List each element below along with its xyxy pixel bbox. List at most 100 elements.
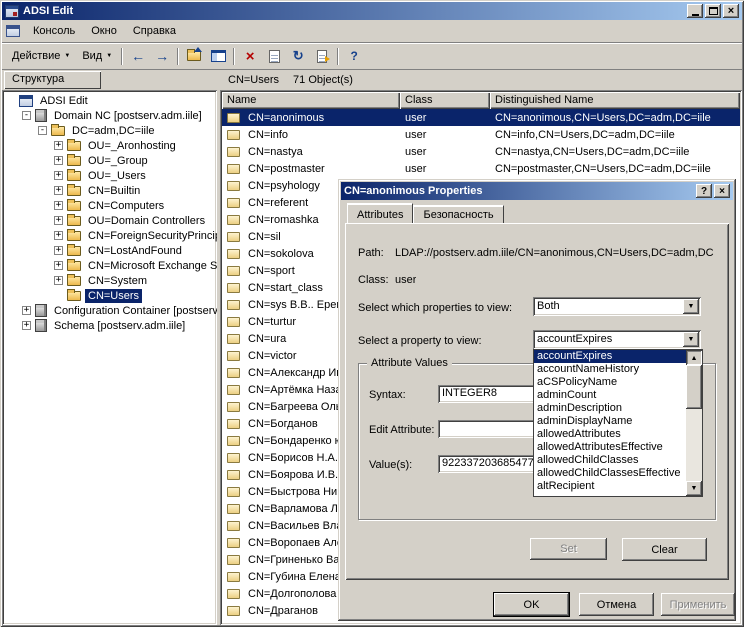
set-button[interactable]: Set [530,538,607,560]
tree-item[interactable]: + Schema [postserv.adm.iile] [3,318,217,333]
up-one-level-button[interactable] [182,46,206,67]
tree-item-label[interactable]: Schema [postserv.adm.iile] [51,319,188,333]
tree-item-label[interactable]: OU=_Users [85,169,149,183]
cancel-button[interactable]: Отмена [579,593,654,616]
tree-item-label[interactable]: Domain NC [postserv.adm.iile] [51,109,205,123]
dialog-titlebar[interactable]: CN=anonimous Properties ? × [341,182,733,200]
table-row[interactable]: CN=info user CN=info,CN=Users,DC=adm,DC=ii… [222,126,740,143]
tree-item-label[interactable]: CN=LostAndFound [85,244,185,258]
dropdown-item[interactable]: allowedChildClasses [534,454,686,467]
forward-button[interactable]: → [150,46,174,67]
dialog-close-button[interactable]: × [714,184,730,198]
tab-attributes[interactable]: Attributes [347,203,414,223]
structure-tab[interactable]: Структура [4,71,101,89]
dropdown-item[interactable]: altRecipient [534,480,686,493]
show-console-tree-button[interactable] [206,46,230,67]
property-combobox[interactable]: accountExpires ▼ [533,330,701,349]
table-row[interactable]: CN=postmaster user CN=postmaster,CN=Users,… [222,160,740,177]
tree-item-label[interactable]: CN=System [85,274,150,288]
menu-console[interactable]: Консоль [25,21,83,41]
dropdown-item[interactable]: adminCount [534,389,686,402]
back-button[interactable]: ← [126,46,150,67]
properties-view-combobox[interactable]: Both ▼ [533,297,701,316]
tree-item[interactable]: CN=Users [3,288,217,303]
tree-item[interactable]: - Domain NC [postserv.adm.iile] [3,108,217,123]
export-list-button[interactable] [310,46,334,67]
scroll-down-icon[interactable]: ▼ [686,481,702,496]
tree-item-label[interactable]: DC=adm,DC=iile [69,124,158,138]
tree-item-label[interactable]: OU=Domain Controllers [85,214,208,228]
expand-plus-icon[interactable]: + [54,216,63,225]
expand-plus-icon[interactable]: + [54,156,63,165]
tree-item[interactable]: + CN=Builtin [3,183,217,198]
dropdown-item[interactable]: allowedChildClassesEffective [534,467,686,480]
tab-security[interactable]: Безопасность [413,205,504,223]
tree-item[interactable]: + CN=Computers [3,198,217,213]
dropdown-item[interactable]: accountExpires [534,350,686,363]
tree-item[interactable]: + CN=ForeignSecurityPrincipa [3,228,217,243]
tree-item-label[interactable]: OU=_Aronhosting [85,139,179,153]
expand-plus-icon[interactable]: + [54,141,63,150]
tree-item[interactable]: + OU=_Aronhosting [3,138,217,153]
expand-plus-icon[interactable]: + [22,306,31,315]
apply-button[interactable]: Применить [661,593,735,616]
table-row[interactable]: CN=nastya user CN=nastya,CN=Users,DC=adm,D… [222,143,740,160]
delete-button[interactable]: × [238,46,262,67]
menu-window[interactable]: Окно [83,21,125,41]
menu-help[interactable]: Справка [125,21,184,41]
action-menu-button[interactable]: Действие ▼ [6,47,76,65]
tree-item-label[interactable]: CN=Builtin [85,184,143,198]
tree-item-label[interactable]: Configuration Container [postserv... [51,304,217,318]
properties-button[interactable] [262,46,286,67]
tree-item[interactable]: - DC=adm,DC=iile [3,123,217,138]
scrollbar-track[interactable] [686,365,702,481]
dropdown-item[interactable]: allowedAttributes [534,428,686,441]
chevron-down-icon[interactable]: ▼ [683,332,699,347]
expand-plus-icon[interactable]: + [54,261,63,270]
tree-item-label[interactable]: CN=Users [85,288,143,303]
expand-plus-icon[interactable]: + [54,201,63,210]
refresh-button[interactable]: ↻ [286,46,310,67]
maximize-button[interactable] [705,4,721,18]
collapse-minus-icon[interactable]: - [38,126,47,135]
tree-item-label[interactable]: ADSI Edit [37,94,91,108]
dropdown-item[interactable]: aCSPolicyName [534,376,686,389]
minimize-button[interactable] [687,4,703,18]
tree-item-label[interactable]: CN=Computers [85,199,167,213]
dropdown-scrollbar[interactable]: ▼ ▼ [686,350,702,496]
expand-plus-icon[interactable]: + [54,246,63,255]
dialog-help-button[interactable]: ? [696,184,712,198]
ok-button[interactable]: OK [494,593,569,616]
expand-plus-icon[interactable]: + [54,171,63,180]
tree-item-label[interactable]: OU=_Group [85,154,151,168]
tree-item-label[interactable]: CN=ForeignSecurityPrincipa [85,229,217,243]
tree-item[interactable]: + OU=Domain Controllers [3,213,217,228]
close-button[interactable]: × [723,4,739,18]
expand-plus-icon[interactable]: + [54,276,63,285]
clear-button[interactable]: Clear [622,538,707,561]
column-header-class[interactable]: Class [400,92,490,109]
view-menu-button[interactable]: Вид ▼ [76,47,118,65]
scroll-up-icon[interactable]: ▼ [686,350,702,365]
dropdown-item[interactable]: accountNameHistory [534,363,686,376]
column-header-name[interactable]: Name [222,92,400,109]
expand-plus-icon[interactable]: + [54,231,63,240]
tree-item[interactable]: + CN=System [3,273,217,288]
tree-item[interactable]: + OU=_Users [3,168,217,183]
dropdown-item[interactable]: adminDisplayName [534,415,686,428]
tree-item[interactable]: ADSI Edit [3,93,217,108]
tree-item[interactable]: + CN=LostAndFound [3,243,217,258]
tree-item[interactable]: + Configuration Container [postserv... [3,303,217,318]
dropdown-item[interactable]: adminDescription [534,402,686,415]
dropdown-item[interactable]: allowedAttributesEffective [534,441,686,454]
help-button[interactable]: ? [342,46,366,67]
chevron-down-icon[interactable]: ▼ [683,299,699,314]
tree-item[interactable]: + CN=Microsoft Exchange Sy [3,258,217,273]
scrollbar-thumb[interactable] [686,365,702,409]
expand-plus-icon[interactable]: + [22,321,31,330]
column-header-distinguished-name[interactable]: Distinguished Name [490,92,740,109]
collapse-minus-icon[interactable]: - [22,111,31,120]
tree-item[interactable]: + OU=_Group [3,153,217,168]
expand-plus-icon[interactable]: + [54,186,63,195]
tree-item-label[interactable]: CN=Microsoft Exchange Sy [85,259,217,273]
